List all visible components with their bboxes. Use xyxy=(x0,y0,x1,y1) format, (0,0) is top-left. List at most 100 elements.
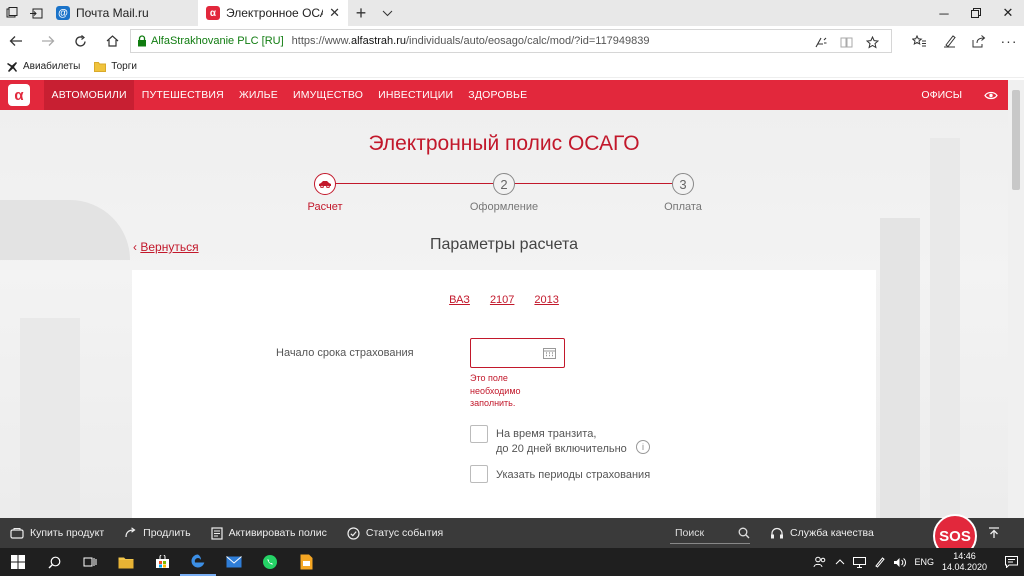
search-icon[interactable] xyxy=(738,527,750,539)
buy-product-button[interactable]: Купить продукт xyxy=(10,527,104,539)
pen-notes-icon[interactable] xyxy=(934,26,964,56)
event-status-button[interactable]: Статус события xyxy=(347,526,443,540)
system-tray: ENG 14:46 14.04.2020 xyxy=(813,548,1024,576)
favorite-label: Торги xyxy=(111,61,137,72)
scrollbar-thumb[interactable] xyxy=(1012,90,1020,190)
activate-policy-button[interactable]: Активировать полис xyxy=(210,526,327,540)
search-input[interactable]: Поиск xyxy=(670,522,750,544)
background-decoration xyxy=(20,318,80,518)
site-nav: α АВТОМОБИЛИ ПУТЕШЕСТВИЯ ЖИЛЬЕ ИМУЩЕСТВО… xyxy=(0,80,1008,110)
step-number: 2 xyxy=(493,173,515,195)
info-icon[interactable]: i xyxy=(636,440,650,454)
network-icon[interactable] xyxy=(853,556,867,568)
step-label: Оплата xyxy=(664,201,702,213)
refresh-icon[interactable] xyxy=(64,26,96,56)
edge-browser-icon[interactable] xyxy=(180,548,216,576)
car-year-link[interactable]: 2013 xyxy=(534,294,558,306)
start-date-input[interactable] xyxy=(470,338,565,368)
url-text: https://www.alfastrah.ru/individuals/aut… xyxy=(291,35,650,47)
clock-time: 14:46 xyxy=(953,551,976,561)
background-decoration xyxy=(880,218,920,518)
home-icon[interactable] xyxy=(96,26,128,56)
car-make-link[interactable]: ВАЗ xyxy=(449,294,470,306)
new-tab-button[interactable]: + xyxy=(348,0,374,26)
favorite-star-icon[interactable] xyxy=(861,35,883,49)
mail-icon[interactable] xyxy=(216,548,252,576)
tab-manager-icon[interactable] xyxy=(0,0,24,26)
favorite-label: Авиабилеты xyxy=(23,61,81,72)
favorites-hub-icon[interactable] xyxy=(904,26,934,56)
clock[interactable]: 14:46 14.04.2020 xyxy=(942,551,987,573)
browser-tools: ··· xyxy=(904,26,1024,56)
certificate-name[interactable]: AlfaStrakhovanie PLC [RU] xyxy=(151,35,284,47)
tab-title: Почта Mail.ru xyxy=(76,6,149,20)
extend-button[interactable]: Продлить xyxy=(124,527,191,539)
section-title: Параметры расчета xyxy=(429,236,579,253)
nav-item-property[interactable]: ИМУЩЕСТВО xyxy=(285,80,370,110)
periods-label: Указать периоды страхования xyxy=(496,469,651,481)
whatsapp-icon[interactable] xyxy=(252,548,288,576)
eye-accessibility-icon[interactable] xyxy=(984,91,998,100)
cart-icon xyxy=(10,527,24,539)
reading-view-icon[interactable] xyxy=(835,37,857,48)
windows-taskbar: ENG 14:46 14.04.2020 xyxy=(0,548,1024,576)
page-scrollbar[interactable] xyxy=(1008,80,1024,518)
step-number: 3 xyxy=(672,173,694,195)
scroll-to-top-icon[interactable] xyxy=(984,518,1004,548)
quality-service-button[interactable]: Служба качества xyxy=(770,518,874,548)
volume-icon[interactable] xyxy=(893,557,907,568)
nav-item-travel[interactable]: ПУТЕШЕСТВИЯ xyxy=(134,80,231,110)
share-icon[interactable] xyxy=(964,26,994,56)
back-arrow-icon[interactable] xyxy=(0,26,32,56)
close-tab-icon[interactable]: ✕ xyxy=(329,5,340,21)
alfa-logo[interactable]: α xyxy=(8,84,30,106)
address-bar-row: AlfaStrakhovanie PLC [RU] https://www.al… xyxy=(0,26,1024,56)
folder-icon xyxy=(94,61,107,72)
file-explorer-icon[interactable] xyxy=(108,548,144,576)
tray-chevron-up-icon[interactable] xyxy=(835,559,845,565)
forward-arrow-icon[interactable] xyxy=(32,26,64,56)
store-icon[interactable] xyxy=(144,548,180,576)
site-bottom-bar: Купить продукт Продлить Активировать пол… xyxy=(0,518,1024,548)
nav-item-housing[interactable]: ЖИЛЬЕ xyxy=(231,80,285,110)
nav-right: ОФИСЫ xyxy=(921,80,998,110)
close-window-icon[interactable]: ✕ xyxy=(992,0,1024,26)
pen-workspace-icon[interactable] xyxy=(874,556,886,568)
calendar-icon[interactable] xyxy=(543,347,556,359)
page-title: Электронный полис ОСАГО xyxy=(368,132,640,155)
task-view-icon[interactable] xyxy=(72,548,108,576)
step-payment: 3 Оплата xyxy=(623,173,743,213)
read-aloud-icon[interactable] xyxy=(809,36,831,48)
tab-mail[interactable]: @ Почта Mail.ru xyxy=(48,0,198,26)
nav-item-auto[interactable]: АВТОМОБИЛИ xyxy=(44,80,135,110)
calc-form-card: ВАЗ 2107 2013 Начало срока страхования Э… xyxy=(132,270,876,518)
tab-osago[interactable]: α Электронное ОСАГО ✕ xyxy=(198,0,348,26)
windows-start-icon[interactable] xyxy=(0,548,36,576)
minimize-icon[interactable]: ─ xyxy=(928,0,960,26)
set-aside-tabs-icon[interactable] xyxy=(24,0,48,26)
step-calc: Расчет xyxy=(265,173,385,213)
address-field[interactable]: AlfaStrakhovanie PLC [RU] https://www.al… xyxy=(130,29,892,53)
transit-checkbox[interactable] xyxy=(470,425,488,443)
car-model-link[interactable]: 2107 xyxy=(490,294,514,306)
favorite-item[interactable]: Торги xyxy=(94,61,137,72)
notifications-icon[interactable] xyxy=(1005,556,1018,568)
tab-preview-chevron-icon[interactable] xyxy=(374,0,400,26)
taskbar-search-icon[interactable] xyxy=(36,548,72,576)
renew-arrow-icon xyxy=(124,527,137,539)
favorite-item[interactable]: Авиабилеты xyxy=(6,61,80,73)
page-content: Электронный полис ОСАГО Расчет 2 Оформле… xyxy=(0,110,1008,518)
people-icon[interactable] xyxy=(813,556,827,568)
more-menu-icon[interactable]: ··· xyxy=(994,26,1024,56)
periods-checkbox[interactable] xyxy=(470,465,488,483)
clock-date: 14.04.2020 xyxy=(941,562,987,572)
window-controls: ─ ✕ xyxy=(928,0,1024,26)
background-decoration xyxy=(930,138,960,518)
favorites-bar: Авиабилеты Торги xyxy=(0,56,1024,78)
nav-item-investments[interactable]: ИНВЕСТИЦИИ xyxy=(371,80,461,110)
restore-icon[interactable] xyxy=(960,0,992,26)
nav-item-health[interactable]: ЗДОРОВЬЕ xyxy=(461,80,535,110)
nav-item-offices[interactable]: ОФИСЫ xyxy=(921,89,962,101)
language-indicator[interactable]: ENG xyxy=(914,557,934,567)
document-app-icon[interactable] xyxy=(288,548,324,576)
